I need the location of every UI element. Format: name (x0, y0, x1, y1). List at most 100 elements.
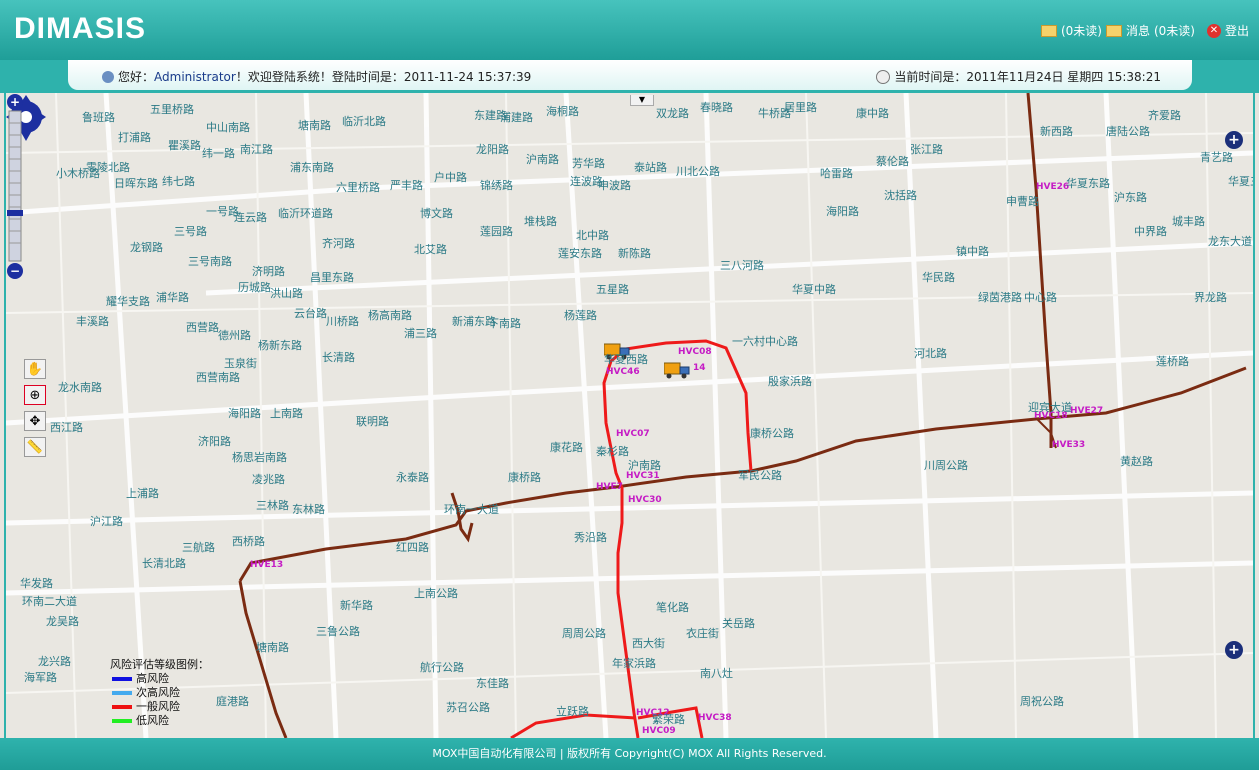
road-label: 济阳路 (198, 435, 231, 448)
greeting: 您好： (118, 70, 155, 84)
mail-icon[interactable] (1040, 24, 1057, 37)
road-label: 三航路 (182, 541, 215, 554)
footer: MOX中国自动化有限公司 | 版权所有 Copyright(C) MOX All… (0, 738, 1259, 770)
road-label: 莲桥路 (1156, 355, 1189, 368)
zoom-in-tool[interactable]: ⊕ (24, 385, 46, 405)
road-label: 三林路 (256, 499, 289, 512)
legend-item: 高风险 (112, 672, 209, 686)
pan-tool[interactable]: ✥ (24, 411, 46, 431)
station-label[interactable]: HVC07 (616, 429, 650, 439)
road-label: 三号路 (174, 225, 207, 238)
zoom-slider[interactable]: + − (6, 93, 24, 283)
road-label: 龙吴路 (46, 615, 79, 628)
road-label: 苏召公路 (446, 701, 490, 714)
road-label: 康花路 (550, 441, 583, 454)
road-label: 昌里东路 (310, 271, 354, 284)
station-label[interactable]: HVC46 (606, 367, 640, 377)
road-label: 南江路 (240, 143, 273, 156)
road-label: 康桥路 (508, 471, 541, 484)
login-time: 2011-11-24 15:37:39 (403, 70, 532, 84)
road-label: 界龙路 (1194, 291, 1227, 304)
expand-panel-button[interactable]: + (1225, 131, 1243, 149)
road-label: 长清北路 (142, 557, 186, 570)
station-label[interactable]: 14 (693, 363, 706, 373)
station-label[interactable]: HVE13 (250, 560, 283, 570)
road-label: 关岳路 (722, 617, 755, 630)
road-label: 杨思岩南路 (232, 451, 287, 464)
road-label: 绿茵港路 (978, 291, 1022, 304)
road-label: 零陵北路 (86, 161, 130, 174)
road-label: 西大街 (632, 637, 665, 650)
measure-tool[interactable]: 📏 (24, 437, 46, 457)
ruler-icon: 📏 (26, 440, 44, 455)
road-label: 西营路 (186, 321, 219, 334)
station-label[interactable]: HVC38 (698, 713, 732, 723)
road-label: 沪东路 (1114, 191, 1147, 204)
road-label: 东建路 (474, 109, 507, 122)
road-label: 上南公路 (414, 587, 458, 600)
road-label: 东佳路 (476, 677, 509, 690)
station-label[interactable]: HVC30 (628, 495, 662, 505)
road-label: 双龙路 (656, 107, 689, 120)
road-label: 五里桥路 (150, 103, 194, 116)
truck-icon[interactable] (664, 361, 690, 379)
road-label: 连云路 (234, 211, 267, 224)
message-icon[interactable] (1105, 24, 1122, 37)
station-label[interactable]: HVE7 (596, 482, 623, 492)
svg-text:+: + (10, 95, 20, 109)
road-label: 塘南路 (298, 119, 331, 132)
road-label: 川桥路 (326, 315, 359, 328)
hand-tool[interactable]: ✋ (24, 359, 46, 379)
road-label: 秀沿路 (574, 531, 607, 544)
logout-link[interactable]: 登出 (1225, 22, 1249, 39)
welcome-message: ！欢迎登陆系统！登陆时间是： (235, 70, 404, 84)
road-label: 新华路 (340, 599, 373, 612)
collapse-header-toggle[interactable]: ▼ (630, 95, 654, 106)
road-label: 堆栈路 (524, 215, 557, 228)
road-label: 居里路 (784, 101, 817, 114)
road-label: 上浦路 (126, 487, 159, 500)
road-label: 环南二大道 (22, 595, 77, 608)
road-label: 瞿溪路 (168, 139, 201, 152)
road-label: 户中路 (434, 171, 467, 184)
road-label: 长清路 (322, 351, 355, 364)
road-label: 西江路 (50, 421, 83, 434)
legend-title: 风险评估等级图例： (110, 658, 209, 671)
road-label: 川北公路 (676, 165, 720, 178)
road-label: 北中路 (576, 229, 609, 242)
station-label[interactable]: HVE26 (1036, 182, 1069, 192)
road-label: 海桐路 (546, 105, 579, 118)
legend-swatch-high (112, 677, 132, 681)
message-unread-link[interactable]: (0未读) (1154, 22, 1195, 39)
station-label[interactable]: HVC08 (678, 347, 712, 357)
road-label: 东林路 (292, 503, 325, 516)
road-label: 年家浜路 (612, 657, 656, 670)
road-label: 齐爱路 (1148, 109, 1181, 122)
road-label: 龙钢路 (130, 241, 163, 254)
road-label: 蔡伦路 (876, 155, 909, 168)
map-view[interactable]: ▼ + − ✋ ⊕ ✥ 📏 + + HVC08 HVC46 14 HVC07 H… (4, 93, 1255, 738)
road-label: 锦绣路 (480, 179, 513, 192)
current-time: 2011年11月24日 星期四 15:38:21 (966, 70, 1161, 84)
station-label[interactable]: HVE27 (1070, 406, 1103, 416)
user-icon (102, 71, 114, 83)
road-label: 杨莲路 (564, 309, 597, 322)
station-label[interactable]: HVE33 (1052, 440, 1085, 450)
road-label: 杨新东路 (258, 339, 302, 352)
road-label: 中山南路 (206, 121, 250, 134)
road-label: 华发路 (20, 577, 53, 590)
station-label[interactable]: HVC09 (642, 726, 676, 736)
message-link[interactable]: 消息 (1126, 22, 1150, 39)
expand-legend-button[interactable]: + (1225, 641, 1243, 659)
app-logo: DIMASIS (14, 12, 147, 45)
road-label: 洪山路 (270, 287, 303, 300)
svg-text:−: − (10, 264, 20, 278)
road-label: 周祝公路 (1020, 695, 1064, 708)
road-label: 海阳路 (826, 205, 859, 218)
mail-unread-link[interactable]: (0未读) (1061, 22, 1102, 39)
logout-icon[interactable]: ✕ (1206, 23, 1221, 38)
road-label: 军民公路 (738, 469, 782, 482)
legend-label: 低风险 (136, 714, 169, 727)
road-label: 龙东大道 (1208, 235, 1252, 248)
road-label: 下南路 (488, 317, 521, 330)
